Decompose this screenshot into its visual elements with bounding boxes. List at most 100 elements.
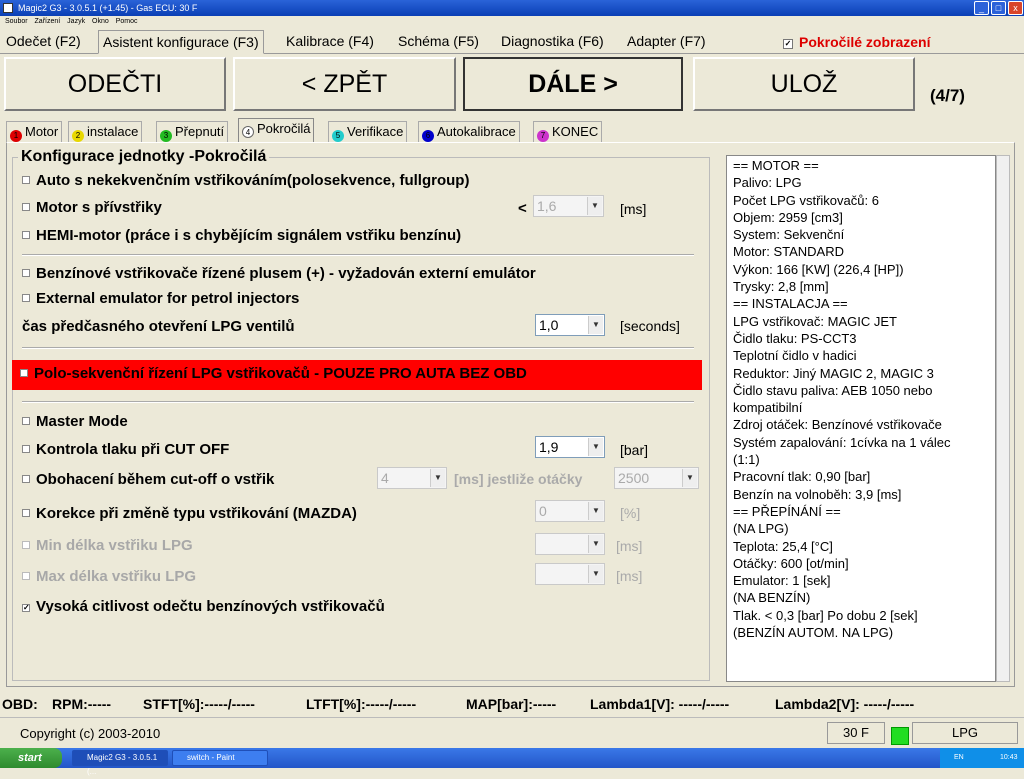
- max-length-checkbox[interactable]: [22, 572, 30, 580]
- tab-advanced[interactable]: 4 Pokročilá: [238, 118, 315, 143]
- tab-calibration[interactable]: Kalibrace (F4): [282, 30, 378, 54]
- enrichment-label: Obohacení během cut-off o vstřik: [36, 471, 275, 488]
- preopen-label: čas předčasného otevření LPG ventilů: [22, 318, 295, 335]
- taskbar-magic-app[interactable]: Magic2 G3 - 3.0.5.1 (...: [72, 750, 168, 776]
- tab-motor[interactable]: 1 Motor: [6, 121, 63, 142]
- enrichment-value: 4: [381, 470, 389, 486]
- min-length-checkbox[interactable]: [22, 541, 30, 549]
- mazda-correction-option[interactable]: Korekce při změně typu vstřikování (MAZD…: [22, 505, 357, 522]
- high-sensitivity-checkbox[interactable]: ✓: [22, 604, 30, 612]
- separator: [22, 401, 694, 403]
- summary-line: Systém zapalování: 1cívka na 1 válec: [733, 434, 951, 450]
- language-indicator[interactable]: EN: [954, 748, 964, 768]
- semi-sequential-option[interactable]: Polo-sekvenční řízení LPG vstřikovačů - …: [20, 365, 527, 382]
- tab-verification[interactable]: 5 Verifikace: [328, 121, 408, 142]
- chevron-down-icon[interactable]: ▼: [588, 438, 603, 456]
- tab-verification-label: Verifikace: [347, 124, 404, 139]
- mazda-correction-checkbox[interactable]: [22, 509, 30, 517]
- chevron-down-icon[interactable]: ▼: [588, 316, 603, 334]
- taskbar-paint[interactable]: switch - Paint: [172, 750, 268, 766]
- master-mode-option[interactable]: Master Mode: [22, 413, 128, 430]
- external-emulator-checkbox[interactable]: [22, 294, 30, 302]
- mazda-correction-value: 0: [539, 503, 547, 519]
- cutoff-pressure-option[interactable]: Kontrola tlaku při CUT OFF: [22, 441, 229, 458]
- summary-line: Čidlo stavu paliva: AEB 1050 nebo: [733, 382, 933, 398]
- high-sensitivity-label: Vysoká citlivost odečtu benzínových vstř…: [36, 598, 385, 615]
- master-mode-checkbox[interactable]: [22, 417, 30, 425]
- tab-autocalibration[interactable]: 6 Autokalibrace: [418, 121, 520, 142]
- tab-adapter[interactable]: Adapter (F7): [623, 30, 710, 54]
- summary-line: (BENZÍN AUTOM. NA LPG): [733, 625, 894, 641]
- advanced-display-checkbox[interactable]: ✓: [783, 39, 793, 49]
- summary-scrollbar[interactable]: [996, 155, 1010, 682]
- hemi-checkbox[interactable]: [22, 231, 30, 239]
- extra-injectors-option[interactable]: Motor s přívstřiky: [22, 199, 162, 216]
- step-indicator: (4/7): [930, 86, 965, 105]
- obd-label: OBD:: [2, 696, 38, 712]
- close-button[interactable]: x: [1008, 1, 1023, 15]
- high-sensitivity-option[interactable]: ✓ Vysoká citlivost odečtu benzínových vst…: [22, 598, 385, 615]
- summary-line: Čidlo tlaku: PS-CCT3: [733, 330, 857, 346]
- tab-installation[interactable]: 2 instalace: [68, 121, 143, 142]
- chevron-down-icon[interactable]: ▼: [588, 502, 603, 520]
- clock[interactable]: 10:43: [1000, 748, 1018, 768]
- menu-file[interactable]: Soubor: [5, 18, 28, 25]
- enrichment-rpm-select[interactable]: 2500 ▼: [614, 467, 699, 489]
- config-summary-textarea[interactable]: == MOTOR == Palivo: LPG Počet LPG vstřik…: [726, 155, 996, 682]
- plus-controlled-checkbox[interactable]: [22, 269, 30, 277]
- max-length-option[interactable]: Max délka vstřiku LPG: [22, 568, 196, 585]
- enrichment-option[interactable]: Obohacení během cut-off o vstřik: [22, 471, 274, 488]
- start-button[interactable]: start: [0, 748, 62, 768]
- ltft-status: LTFT[%]:-----/-----: [306, 696, 417, 712]
- cutoff-pressure-select[interactable]: 1,9 ▼: [535, 436, 605, 458]
- cutoff-pressure-checkbox[interactable]: [22, 445, 30, 453]
- enrichment-checkbox[interactable]: [22, 475, 30, 483]
- nonsequential-option[interactable]: Auto s nekekvenčním vstřikováním(polosek…: [22, 172, 469, 189]
- enrichment-select[interactable]: 4 ▼: [377, 467, 447, 489]
- advanced-display-toggle[interactable]: ✓ Pokročilé zobrazení: [783, 34, 930, 50]
- next-button[interactable]: DÁLE >: [463, 57, 683, 111]
- external-emulator-option[interactable]: External emulator for petrol injectors: [22, 290, 299, 307]
- extra-injectors-select[interactable]: 1,6 ▼: [533, 195, 604, 217]
- maximize-button[interactable]: □: [991, 1, 1006, 15]
- master-mode-label: Master Mode: [36, 413, 128, 430]
- tab-config-wizard[interactable]: Asistent konfigurace (F3): [98, 30, 264, 54]
- extra-injectors-label: Motor s přívstřiky: [36, 199, 162, 216]
- chevron-down-icon[interactable]: ▼: [588, 565, 603, 583]
- menu-window[interactable]: Okno: [92, 18, 109, 25]
- chevron-down-icon[interactable]: ▼: [587, 197, 602, 215]
- app-icon: [3, 3, 13, 13]
- semi-sequential-checkbox[interactable]: [20, 369, 28, 377]
- tab-diagnostics[interactable]: Diagnostika (F6): [497, 30, 608, 54]
- tab-end-label: KONEC: [552, 124, 599, 139]
- menu-device[interactable]: Zařízení: [35, 18, 61, 25]
- min-length-select[interactable]: ▼: [535, 533, 605, 555]
- semi-sequential-banner: Polo-sekvenční řízení LPG vstřikovačů - …: [12, 360, 702, 390]
- mazda-correction-select[interactable]: 0 ▼: [535, 500, 605, 522]
- min-length-option[interactable]: Min délka vstřiku LPG: [22, 537, 193, 554]
- max-length-select[interactable]: ▼: [535, 563, 605, 585]
- tab-switching[interactable]: 3 Přepnutí: [156, 121, 229, 142]
- plus-controlled-option[interactable]: Benzínové vstřikovače řízené plusem (+) …: [22, 265, 536, 282]
- rpm-status: RPM:-----: [52, 696, 112, 712]
- chevron-down-icon[interactable]: ▼: [682, 469, 697, 487]
- footer-bar: Copyright (c) 2003-2010 30 F LPG: [0, 717, 1024, 745]
- tab-reading[interactable]: Odečet (F2): [2, 30, 85, 54]
- back-button[interactable]: < ZPĚT: [233, 57, 456, 111]
- step-1-icon: 1: [10, 130, 22, 142]
- hemi-option[interactable]: HEMI-motor (práce i s chybějícím signále…: [22, 227, 461, 244]
- tab-end[interactable]: 7 KONEC: [533, 121, 603, 142]
- preopen-select[interactable]: 1,0 ▼: [535, 314, 605, 336]
- group-title: Konfigurace jednotky -Pokročilá: [18, 148, 270, 166]
- extra-injectors-checkbox[interactable]: [22, 203, 30, 211]
- chevron-down-icon[interactable]: ▼: [430, 469, 445, 487]
- minimize-button[interactable]: _: [974, 1, 989, 15]
- chevron-down-icon[interactable]: ▼: [588, 535, 603, 553]
- tab-schema[interactable]: Schéma (F5): [394, 30, 483, 54]
- menu-help[interactable]: Pomoc: [116, 18, 138, 25]
- lambda2-status: Lambda2[V]: -----/-----: [775, 696, 915, 712]
- nonsequential-checkbox[interactable]: [22, 176, 30, 184]
- menu-language[interactable]: Jazyk: [67, 18, 85, 25]
- read-button[interactable]: ODEČTI: [4, 57, 226, 111]
- save-button[interactable]: ULOŽ: [693, 57, 915, 111]
